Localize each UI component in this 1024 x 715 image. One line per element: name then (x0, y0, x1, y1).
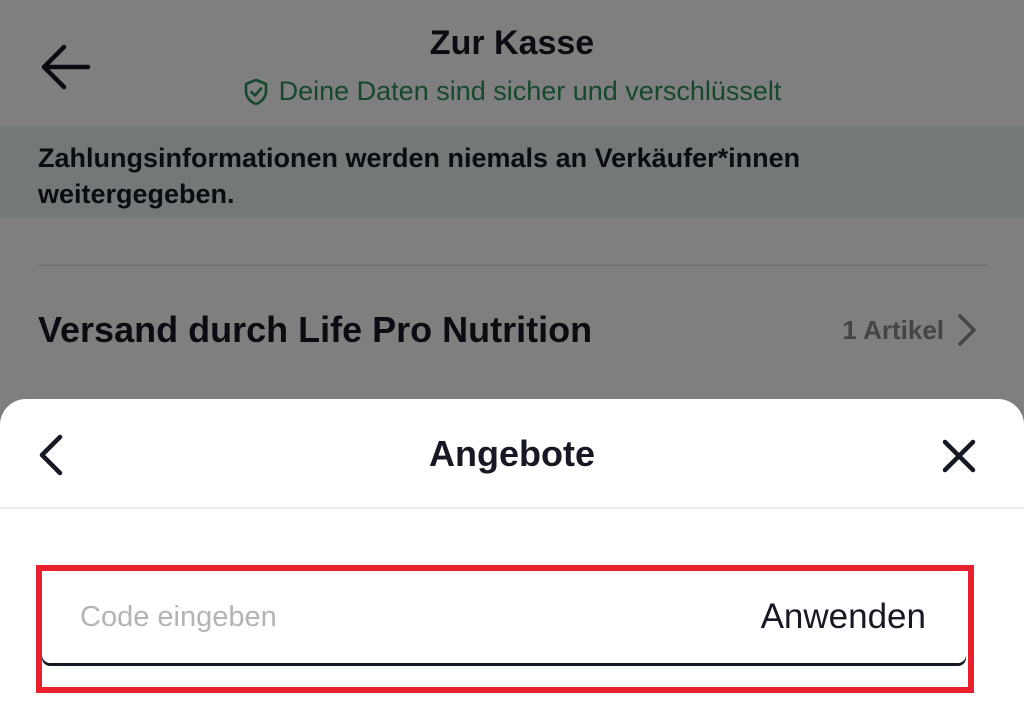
apply-button[interactable]: Anwenden (761, 597, 926, 637)
promo-code-input[interactable] (80, 600, 680, 634)
sheet-title: Angebote (429, 433, 595, 474)
offers-sheet: Angebote Anwenden (0, 399, 1024, 715)
sheet-header: Angebote (0, 399, 1024, 509)
promo-code-field: Anwenden (42, 571, 966, 663)
close-icon[interactable] (940, 437, 978, 475)
